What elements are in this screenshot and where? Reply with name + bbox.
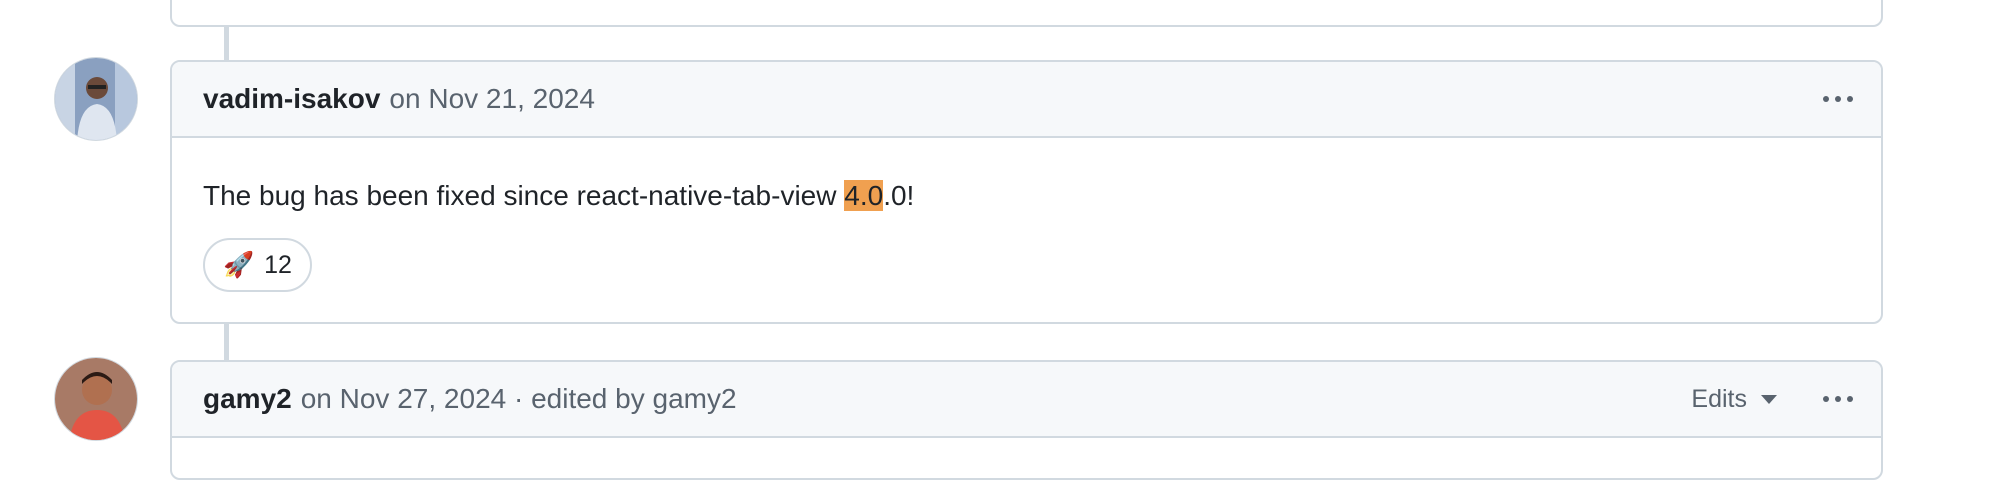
more-options-icon[interactable] [1817, 384, 1859, 414]
comment-timestamp[interactable]: on Nov 27, 2024 · edited by gamy2 [301, 383, 737, 415]
comment-header: vadim-isakov on Nov 21, 2024 [172, 62, 1881, 138]
comment-author[interactable]: gamy2 [203, 383, 292, 415]
reaction-count: 12 [264, 250, 292, 279]
avatar[interactable] [54, 357, 138, 441]
comment-header: gamy2 on Nov 27, 2024 · edited by gamy2 … [172, 362, 1881, 438]
comment-box: vadim-isakov on Nov 21, 2024 The bug has… [170, 60, 1883, 324]
avatar-image-gamy2 [55, 358, 137, 440]
timeline-connector [224, 324, 229, 360]
previous-comment-box [170, 0, 1883, 27]
edits-label: Edits [1691, 384, 1747, 413]
edits-dropdown[interactable]: Edits [1691, 385, 1777, 414]
comment-timestamp[interactable]: on Nov 21, 2024 [389, 83, 595, 115]
comment-author[interactable]: vadim-isakov [203, 83, 380, 115]
avatar[interactable] [54, 57, 138, 141]
more-options-icon[interactable] [1817, 84, 1859, 114]
search-highlight: 4.0 [844, 180, 884, 211]
comment-text: The bug has been fixed since react-nativ… [203, 180, 915, 211]
avatar-image-vadim [55, 58, 137, 140]
comment-body: The bug has been fixed since react-nativ… [172, 138, 1881, 322]
caret-down-icon [1761, 394, 1777, 404]
rocket-icon: 🚀 [223, 250, 255, 279]
reaction-rocket-button[interactable]: 🚀 12 [203, 238, 312, 292]
comment-box: gamy2 on Nov 27, 2024 · edited by gamy2 … [170, 360, 1883, 480]
timeline-connector [224, 27, 229, 61]
